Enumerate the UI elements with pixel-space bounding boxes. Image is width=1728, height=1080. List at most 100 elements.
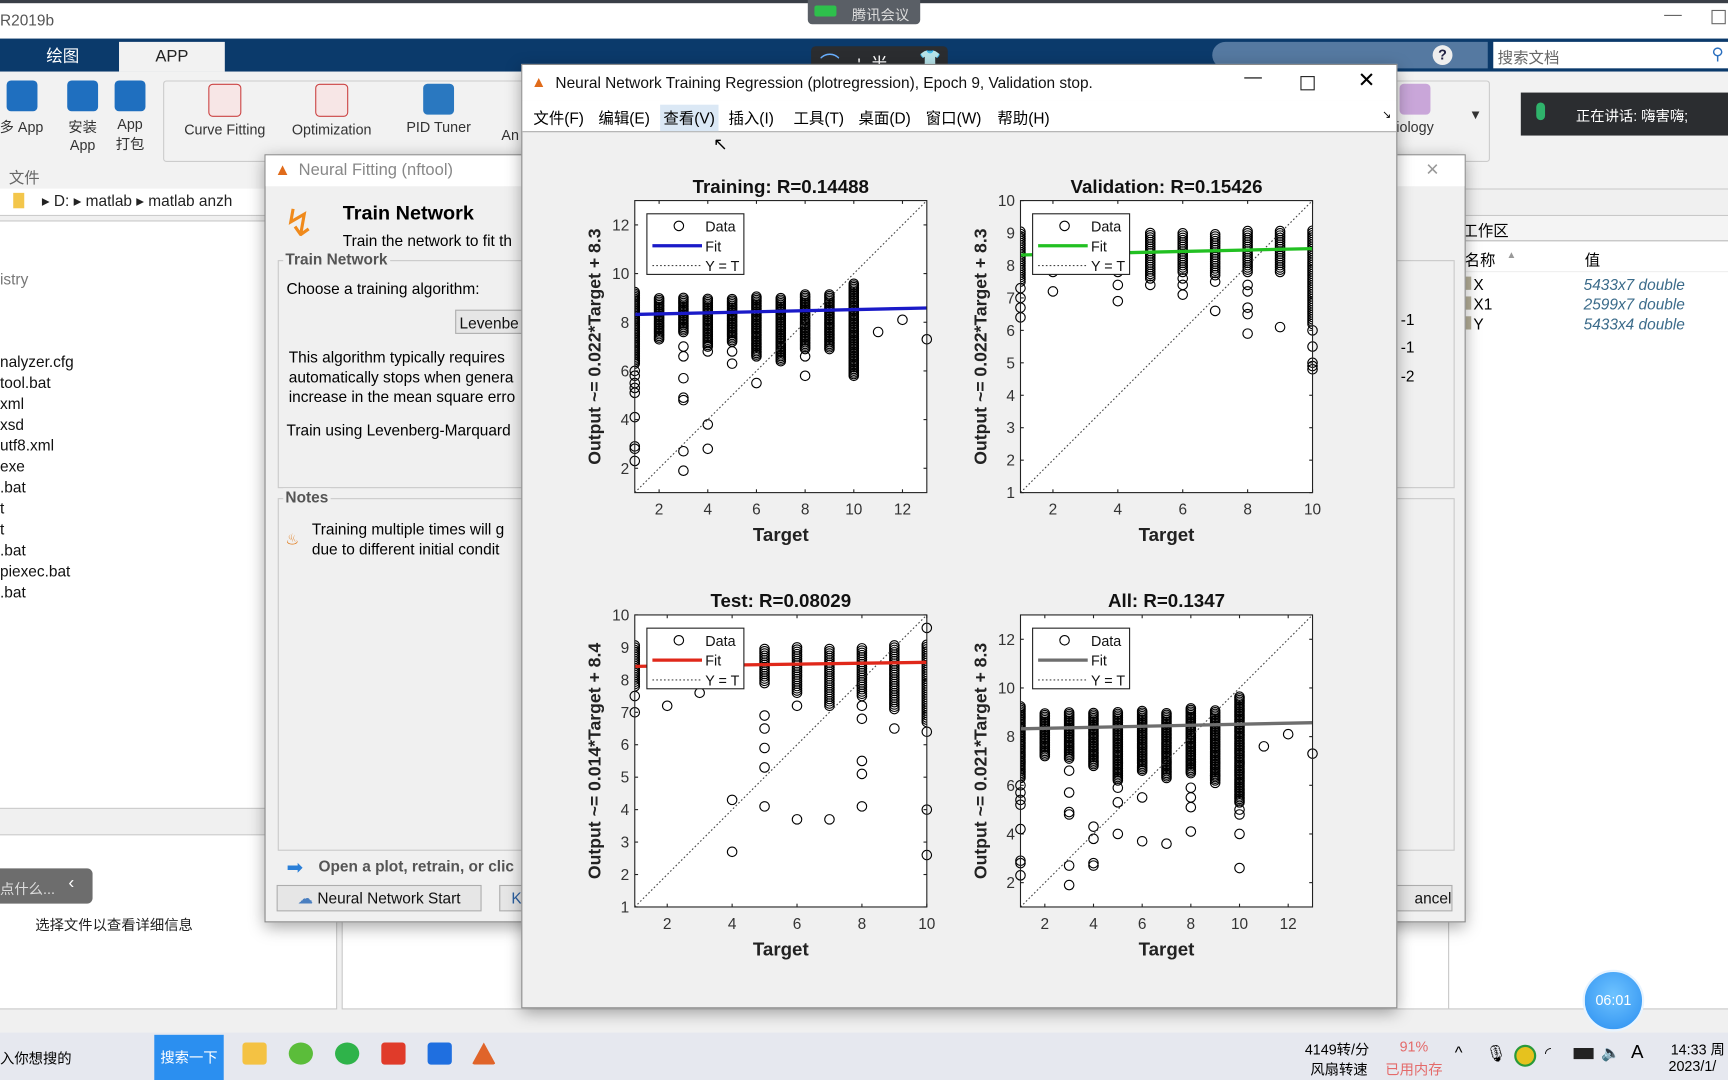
file-item[interactable]: .bat xyxy=(0,541,26,559)
column-value-header[interactable]: 值 xyxy=(1585,249,1600,271)
menu-item[interactable]: 文件(F) xyxy=(530,105,587,131)
file-item[interactable]: .bat xyxy=(0,478,26,496)
breadcrumb-folder[interactable]: matlab anzh xyxy=(148,192,232,210)
workspace-row[interactable]: Y 5433x4 double xyxy=(1449,314,1728,334)
file-item[interactable]: tool.bat xyxy=(0,374,51,392)
x-tick-label: 8 xyxy=(801,502,810,519)
app-curve-fitting[interactable]: Curve Fitting xyxy=(175,83,274,138)
minimize-button[interactable]: — xyxy=(1664,6,1682,26)
menu-item[interactable]: 插入(I) xyxy=(725,105,777,131)
x-tick-label: 2 xyxy=(1041,916,1050,933)
battery-icon[interactable] xyxy=(1573,1048,1594,1060)
regression-plot-training[interactable]: Training: R=0.14488 2 4 6 8 10 12 2 4 6 8 10 12 Targe… xyxy=(569,172,949,545)
package-app-button[interactable]: App 打包 xyxy=(108,80,152,153)
menu-item[interactable]: 工具(T) xyxy=(790,105,847,131)
gallery-expand-icon[interactable]: ▼ xyxy=(1469,107,1482,122)
close-icon[interactable]: × xyxy=(1426,158,1439,183)
app-analyzer[interactable]: An xyxy=(501,127,519,144)
section-label-file: 文件 xyxy=(8,168,40,187)
file-item[interactable]: .bat xyxy=(0,583,26,601)
meeting-badge[interactable]: 腾讯会议 xyxy=(807,0,921,25)
menu-item[interactable]: 查看(V) xyxy=(660,104,719,132)
clock-date[interactable]: 2023/1/ xyxy=(1668,1058,1716,1075)
memory-label: 已用内存 xyxy=(1385,1061,1443,1078)
neural-network-start-button[interactable]: ☁ Neural Network Start xyxy=(276,884,482,912)
dock-arrow-icon[interactable]: ↘ xyxy=(1382,109,1391,121)
group-title: Notes xyxy=(283,488,331,506)
file-item[interactable]: piexec.bat xyxy=(0,562,70,580)
mouse-cursor-icon: ↖ xyxy=(713,135,728,155)
x-tick-label: 10 xyxy=(845,502,862,519)
label: Curve Fitting xyxy=(184,121,266,138)
meeting-timer[interactable]: 06:01 xyxy=(1582,969,1645,1032)
chart-title: Training: R=0.14488 xyxy=(693,176,869,197)
workspace-row[interactable]: X 5433x7 double xyxy=(1449,274,1728,294)
file-item[interactable]: t xyxy=(0,499,4,517)
breadcrumb-matlab[interactable]: matlab xyxy=(86,192,132,210)
file-item[interactable]: nalyzer.cfg xyxy=(0,353,74,371)
floating-search-pill[interactable]: 点什么... ‹ xyxy=(0,868,93,904)
meeting-label: 腾讯会议 xyxy=(851,6,910,24)
install-app-button[interactable]: 安装 App xyxy=(61,80,105,153)
legend: Data Fit Y = T xyxy=(646,627,745,689)
microphone-icon[interactable]: 🎙 xyxy=(1486,1044,1507,1064)
menu-item[interactable]: 桌面(D) xyxy=(855,105,914,131)
file-item[interactable]: istry xyxy=(0,270,28,288)
more-apps-button[interactable]: 多 App xyxy=(0,80,52,136)
app-pid-tuner[interactable]: PID Tuner xyxy=(389,83,488,136)
file-explorer-icon[interactable] xyxy=(242,1042,267,1065)
ime-icon[interactable]: A xyxy=(1631,1041,1644,1063)
file-item[interactable]: xml xyxy=(0,395,24,413)
regression-plot-validation[interactable]: Validation: R=0.154262 4 6 8 1012345678910Ta… xyxy=(954,172,1334,545)
menu-item[interactable]: 窗口(W) xyxy=(922,105,984,131)
browser-icon[interactable] xyxy=(288,1042,313,1065)
wps-icon[interactable] xyxy=(381,1042,406,1065)
hint-text: Open a plot, retrain, or clic xyxy=(318,857,514,876)
taskbar-search-button[interactable]: 搜索一下 xyxy=(154,1034,224,1080)
wechat-icon[interactable] xyxy=(335,1042,360,1065)
search-icon[interactable]: ⚲ xyxy=(1711,44,1723,64)
volume-icon[interactable]: 🔈 xyxy=(1601,1044,1620,1063)
legend-label: Data xyxy=(1091,219,1121,235)
chart-title: All: R=0.1347 xyxy=(1108,590,1225,611)
maximize-button[interactable] xyxy=(1300,76,1315,91)
help-icon[interactable]: ? xyxy=(1432,45,1453,66)
search-docs-input[interactable]: 搜索文档 ⚲ xyxy=(1493,41,1728,69)
menu-item[interactable]: 帮助(H) xyxy=(994,105,1053,131)
file-item[interactable]: t xyxy=(0,520,4,538)
label: Neural Network Start xyxy=(317,889,461,907)
arrow-right-icon: ➡ xyxy=(286,856,304,879)
meeting-app-icon[interactable] xyxy=(427,1042,452,1065)
tab-plots[interactable]: 绘图 xyxy=(24,42,101,72)
y-tick-label: 12 xyxy=(612,217,629,234)
file-item[interactable]: xsd xyxy=(0,415,24,433)
file-item[interactable]: utf8.xml xyxy=(0,436,54,454)
fan-speed: 4149转/分 xyxy=(1304,1041,1370,1058)
microphone-icon xyxy=(1536,102,1546,121)
app-optimization[interactable]: Optimization xyxy=(282,83,381,138)
breadcrumb-drive[interactable]: D: xyxy=(54,192,69,210)
clock-time[interactable]: 14:33 周 xyxy=(1671,1038,1725,1059)
menu-item[interactable]: 编辑(E) xyxy=(595,105,653,131)
close-button[interactable]: ✕ xyxy=(1358,68,1376,93)
x-tick-label: 10 xyxy=(1304,502,1321,519)
x-axis-label: Target xyxy=(1139,938,1195,959)
collapse-chevron-icon[interactable]: ‹ xyxy=(68,874,74,894)
tab-app[interactable]: APP xyxy=(119,41,225,72)
column-name-header[interactable]: 名称 xyxy=(1465,249,1496,271)
file-item[interactable]: exe xyxy=(0,457,25,475)
minimize-button[interactable]: — xyxy=(1244,68,1262,88)
notes-flame-icon: ♨ xyxy=(285,530,300,548)
tray-expand-icon[interactable]: ^ xyxy=(1455,1044,1463,1063)
maximize-button[interactable] xyxy=(1711,9,1726,25)
taskbar-search-input[interactable]: 入你想搜的 xyxy=(0,1047,72,1068)
regression-plot-test[interactable]: Test: R=0.080292 4 6 8 1012345678910TargetOu… xyxy=(569,586,949,959)
security-icon[interactable] xyxy=(1514,1044,1537,1067)
y-tick-label: 8 xyxy=(1006,258,1015,275)
regression-plot-all[interactable]: All: R=0.1347 2 4 6 8 10 12 2 4 6 8 10 12 Target Outpu… xyxy=(954,586,1334,959)
variable-value: 5433x7 double xyxy=(1583,275,1685,294)
legend: Data Fit Y = T xyxy=(646,213,745,275)
wifi-icon[interactable]: ◜ xyxy=(1545,1044,1551,1063)
workspace-row[interactable]: X1 2599x7 double xyxy=(1449,294,1728,314)
y-tick-label: 12 xyxy=(998,632,1015,649)
